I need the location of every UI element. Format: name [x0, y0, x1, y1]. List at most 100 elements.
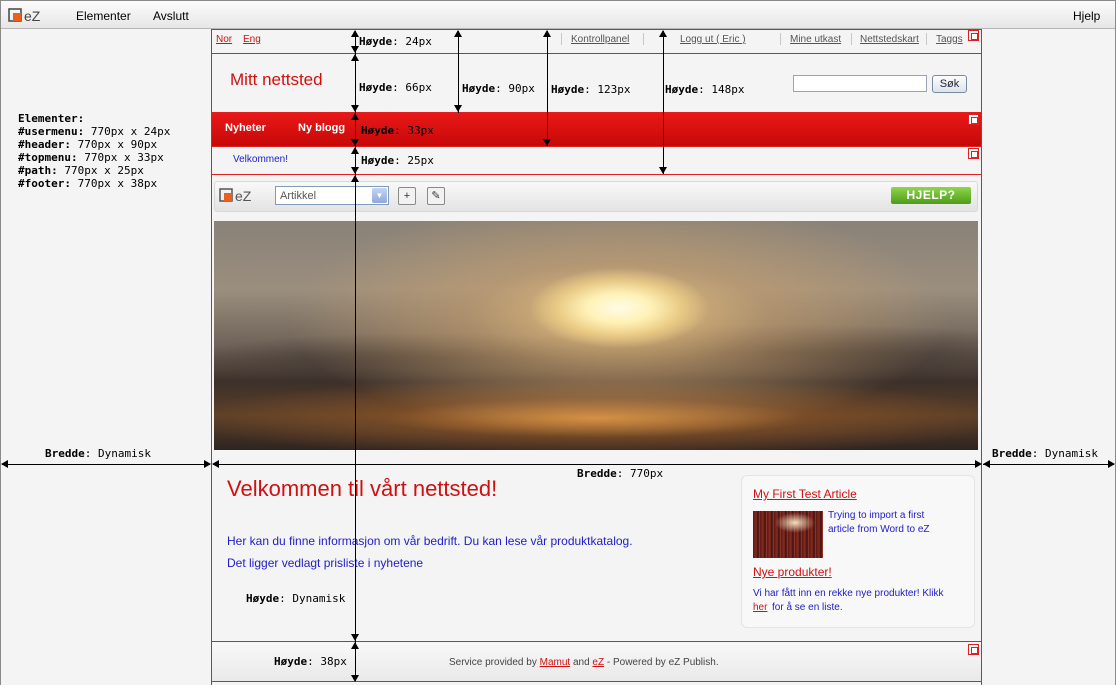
arrow-right-icon [975, 460, 982, 468]
create-object-icon[interactable]: + [398, 187, 416, 205]
search-button[interactable]: Søk [932, 75, 967, 93]
header-height-arrow-line [458, 31, 459, 113]
chevron-down-icon[interactable]: ▼ [372, 188, 387, 203]
arrow-down-icon [351, 675, 359, 682]
footer-bottom-border [211, 681, 982, 682]
legend-row: #topmenu: 770px x 33px [18, 151, 170, 164]
ez-logo: eZ [8, 7, 56, 25]
sunset-banner-image [214, 221, 978, 450]
menu-help[interactable]: Hjelp [1073, 9, 1100, 23]
right-width-label: Bredde: Dynamisk [992, 447, 1098, 460]
application-menu-bar: eZ Elementer Avslutt Hjelp [0, 0, 1116, 29]
arrow-right-icon [204, 460, 211, 468]
arrow-down-icon [454, 105, 462, 112]
arrow-up-icon [454, 30, 462, 37]
topmenu-edit-icon[interactable] [968, 114, 979, 125]
left-width-arrow-line [2, 464, 210, 465]
arrow-up-icon [351, 175, 359, 182]
arrow-up-icon [351, 30, 359, 37]
arrow-left-icon [1, 460, 8, 468]
legend-size: 770px x 90px [77, 138, 158, 151]
arrow-down-icon [659, 167, 667, 174]
footer-suffix: - Powered by eZ Publish. [606, 657, 719, 668]
legend-name: #path: [18, 164, 58, 177]
news-text-line-1: Vi har fått inn en rekke nye produkter! … [753, 588, 944, 599]
mine-utkast-link[interactable]: Mine utkast [790, 34, 841, 45]
arrow-up-icon [351, 54, 359, 61]
123-height-arrow-line [547, 31, 548, 146]
news-text-line-2: for å se en liste. [772, 602, 843, 613]
site-name[interactable]: Mitt nettsted [230, 70, 323, 90]
legend-size: 770px x 25px [64, 164, 144, 177]
footer-edit-icon[interactable] [968, 644, 979, 655]
intro-paragraph-2: Det ligger vedlagt prisliste i nyhetene [227, 556, 424, 570]
footer-top-border [211, 641, 982, 642]
legend-size: 770px x 38px [77, 177, 158, 190]
article-summary-line-2: article from Word to eZ [828, 524, 930, 535]
class-select-value: Artikkel [280, 190, 317, 202]
arrow-up-icon [351, 642, 359, 649]
path-edit-icon[interactable] [968, 148, 979, 159]
separator [926, 33, 927, 45]
legend-name: #footer: [18, 177, 71, 190]
arrow-up-icon [351, 113, 359, 120]
article-link[interactable]: My First Test Article [753, 487, 857, 501]
window-border-top [0, 0, 1116, 1]
news-link[interactable]: Nye produkter! [753, 565, 832, 579]
language-eng-link[interactable]: Eng [243, 34, 261, 45]
taggs-link[interactable]: Taggs [936, 34, 968, 45]
path-height-label: Høyde: 25px [361, 154, 434, 167]
arrow-up-icon [543, 30, 551, 37]
footer-prefix: Service provided by [449, 657, 537, 668]
right-width-arrow-line [983, 464, 1114, 465]
page-title: Velkommen til vårt nettsted! [227, 476, 498, 501]
search-input[interactable] [793, 75, 927, 92]
top-menu: Nyheter Ny blogg [212, 113, 981, 146]
main-height-arrow-line [355, 31, 356, 681]
intro-paragraph: Her kan du finne informasjon om vår bedr… [227, 534, 633, 548]
toolbar-logo-text: eZ [235, 188, 252, 204]
kontrollpanel-link[interactable]: Kontrollpanel [571, 34, 629, 45]
legend-row: #path: 770px x 25px [18, 164, 170, 177]
content-top-border [211, 174, 982, 175]
separator [561, 33, 562, 45]
arrow-up-icon [351, 147, 359, 154]
arrow-down-icon [543, 139, 551, 146]
center-width-arrow-line [213, 464, 980, 465]
ez-link[interactable]: eZ [592, 657, 604, 668]
class-select[interactable]: Artikkel ▼ [275, 186, 389, 205]
article-summary-line-1: Trying to import a first [828, 510, 925, 521]
edit-pencil-icon[interactable]: ✎ [427, 187, 445, 205]
news-her-link[interactable]: her [753, 601, 767, 615]
menu-avslutt[interactable]: Avslutt [153, 9, 189, 23]
usermenu-top-border [211, 29, 982, 30]
legend-row: #footer: 770px x 38px [18, 177, 170, 190]
footer-middle: and [572, 657, 590, 668]
logout-link[interactable]: Logg ut ( Eric ) [680, 34, 746, 45]
legend-name: #header: [18, 138, 71, 151]
usermenu-edit-icon[interactable] [968, 30, 979, 41]
separator [643, 33, 644, 45]
header-inner-height-label: Høyde: 66px [359, 81, 432, 94]
arrow-up-icon [659, 30, 667, 37]
topmenu-item-ny-blogg[interactable]: Ny blogg [298, 122, 345, 134]
help-button[interactable]: HJELP? [891, 187, 971, 204]
legend-name: #topmenu: [18, 151, 78, 164]
topmenu-item-nyheter[interactable]: Nyheter [225, 122, 266, 134]
148-height-arrow-line [663, 31, 664, 174]
header-height-label: Høyde: 90px [462, 82, 535, 95]
article-thumbnail[interactable] [753, 511, 823, 558]
topmenu-height-label: Høyde: 33px [361, 124, 434, 137]
nettstedskart-link[interactable]: Nettstedskart [860, 34, 919, 45]
mamut-link[interactable]: Mamut [540, 657, 571, 668]
footer-text: Service provided by Mamut and eZ - Power… [449, 657, 719, 668]
arrow-down-icon [351, 167, 359, 174]
center-width-label: Bredde: 770px [577, 467, 664, 480]
language-nor-link[interactable]: Nor [216, 34, 232, 45]
usermenu-height-label: Høyde: 24px [359, 35, 432, 48]
breadcrumb[interactable]: Velkommen! [233, 154, 288, 165]
arrow-down-icon [351, 634, 359, 641]
menu-elementer[interactable]: Elementer [76, 9, 131, 23]
arrow-down-icon [351, 105, 359, 112]
arrow-right-icon [1108, 460, 1115, 468]
